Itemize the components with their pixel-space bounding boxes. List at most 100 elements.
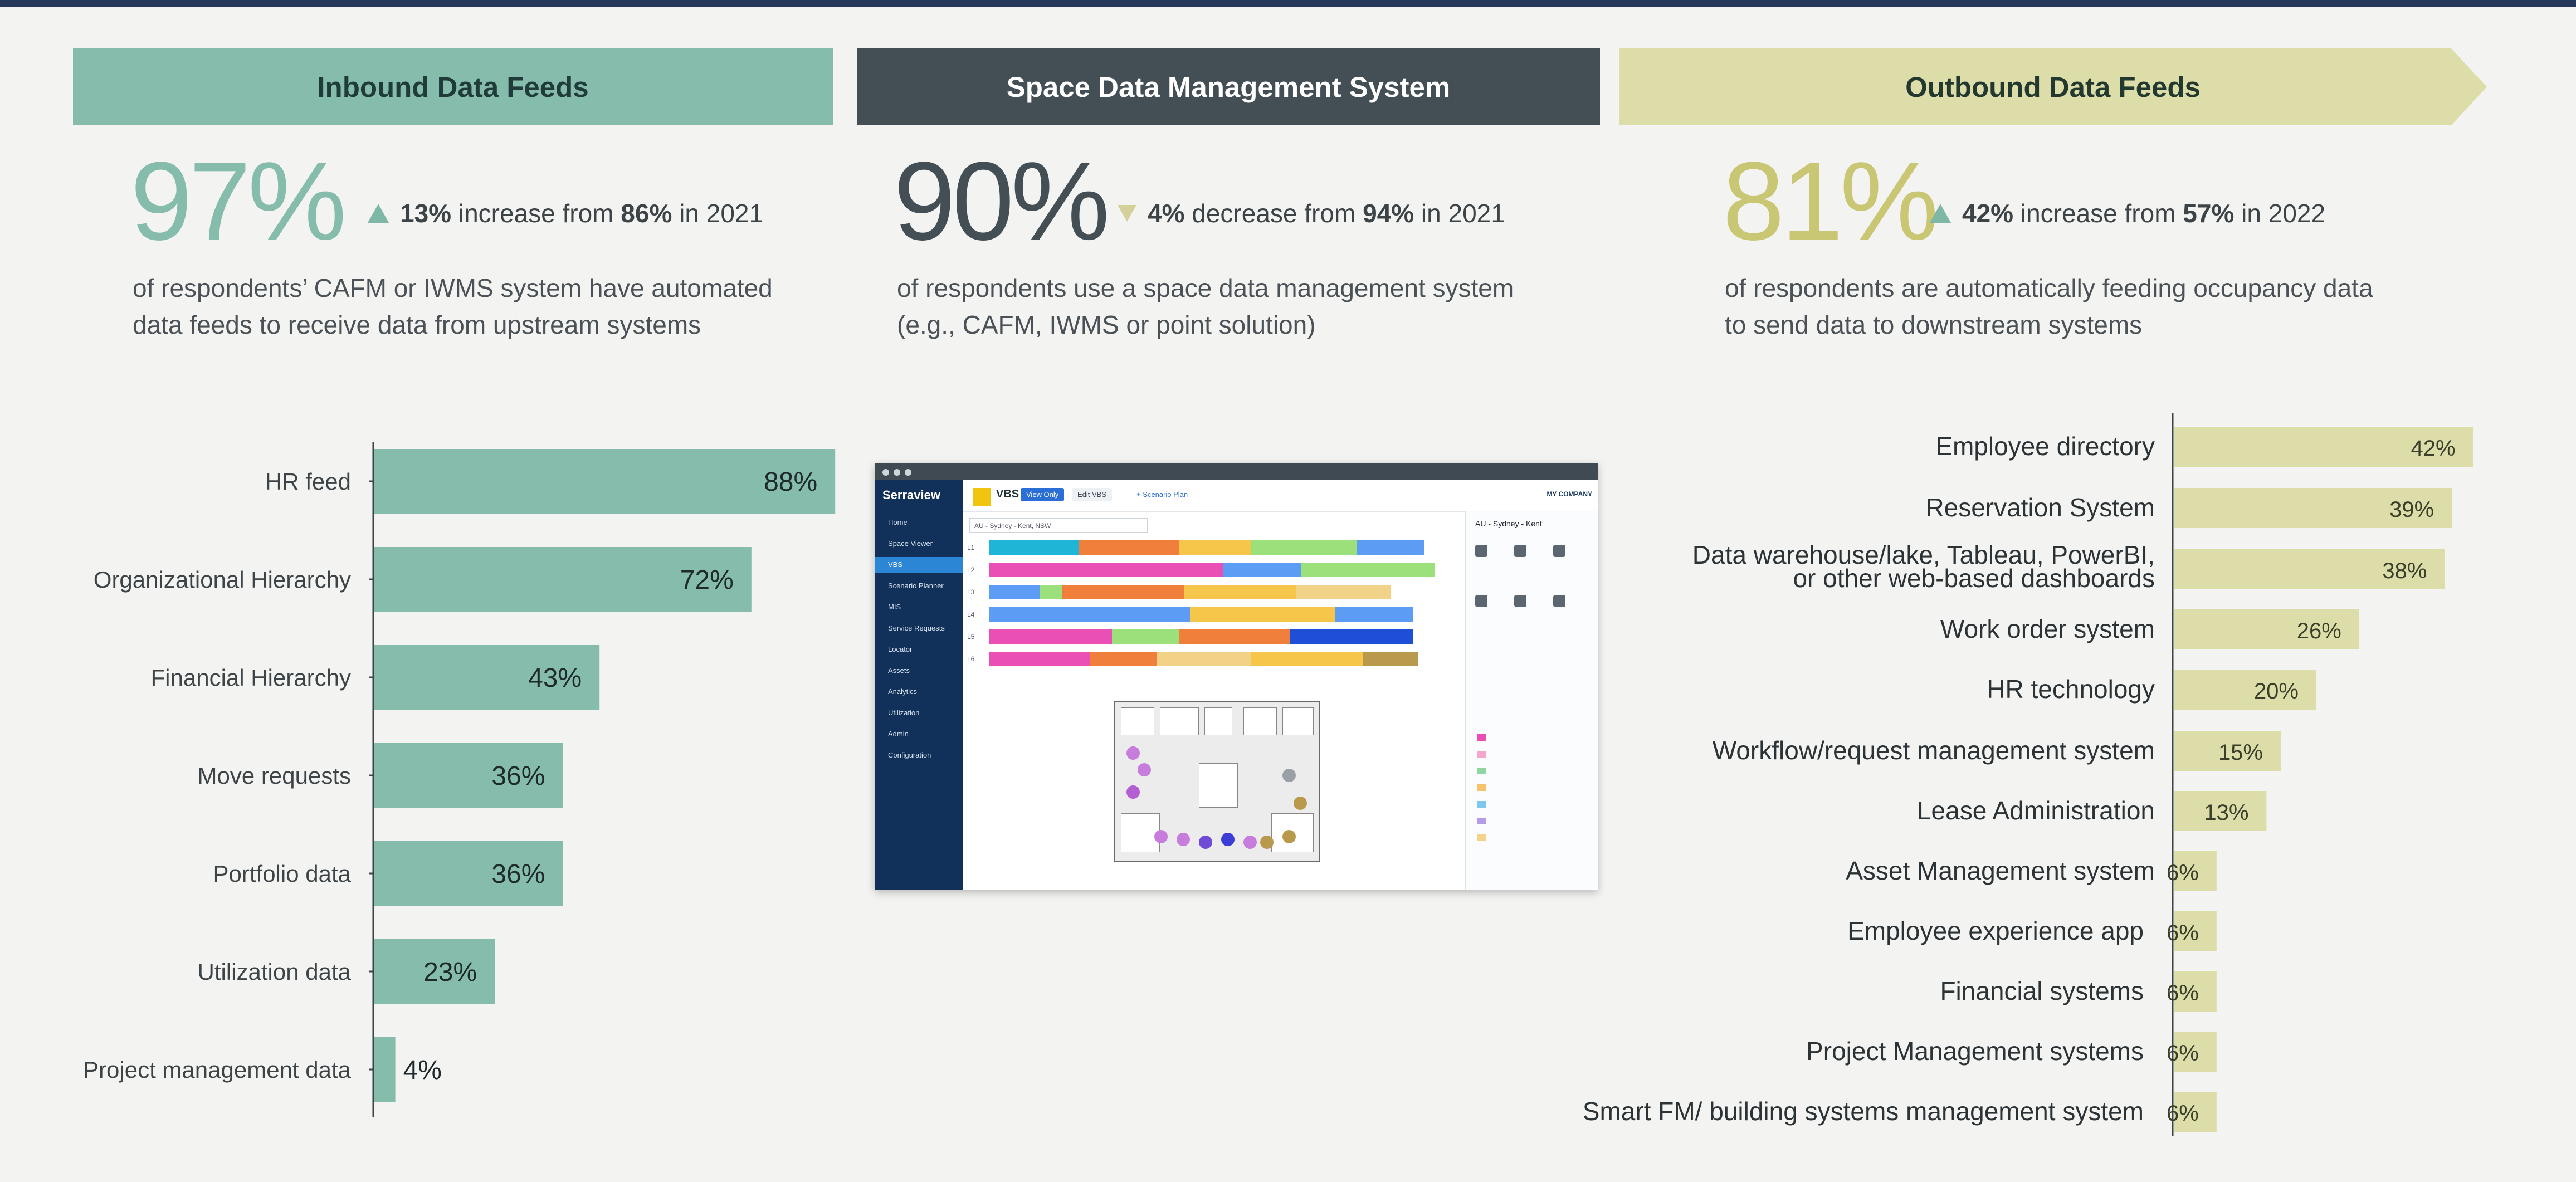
floor-segment[interactable]: [1112, 629, 1179, 644]
floor-segment[interactable]: [1157, 652, 1251, 666]
outbound-banner: Outbound Data Feeds: [1619, 48, 2487, 125]
inbound-change: 13% increase from 86% in 2021: [368, 198, 763, 228]
sidebar-item[interactable]: Admin: [875, 726, 963, 742]
sidebar-item[interactable]: Space Viewer: [875, 536, 963, 551]
floor-segment[interactable]: [989, 652, 1090, 666]
location-filter[interactable]: AU - Sydney - Kent, NSW: [969, 518, 1148, 533]
room[interactable]: [1204, 707, 1232, 735]
inbound-desc-line2: data feeds to receive data from upstream…: [133, 310, 701, 339]
room[interactable]: [1199, 763, 1238, 808]
desk-marker[interactable]: [1282, 830, 1296, 843]
floor-row[interactable]: L3: [967, 584, 1441, 600]
desk-marker[interactable]: [1294, 797, 1307, 810]
increase-arrow-icon: [1930, 203, 1951, 223]
floor-segment[interactable]: [1079, 540, 1179, 555]
room[interactable]: [1282, 707, 1314, 735]
floor-segment[interactable]: [1090, 652, 1157, 666]
inbound-from-pct: 86%: [621, 199, 672, 228]
view-only-button[interactable]: View Only: [1021, 488, 1065, 501]
desk-marker[interactable]: [1177, 833, 1190, 846]
floor-segment[interactable]: [1290, 629, 1413, 644]
room[interactable]: [1121, 707, 1154, 735]
category-label: Project Management systems: [1806, 1037, 2144, 1066]
floor-segment[interactable]: [989, 629, 1112, 644]
space-description: of respondents use a space data manageme…: [897, 270, 1514, 343]
floor-segment[interactable]: [1363, 652, 1418, 666]
sidebar-item[interactable]: Locator: [875, 642, 963, 657]
floor-row[interactable]: L2: [967, 561, 1441, 578]
value-label: 39%: [2389, 497, 2434, 522]
category-label: Employee experience app: [1847, 916, 2144, 945]
floor-segment[interactable]: [1179, 540, 1251, 555]
floor-segment[interactable]: [1357, 540, 1424, 555]
floor-row[interactable]: L5: [967, 628, 1441, 645]
legend-swatch: [1477, 768, 1486, 774]
space-desc-line1: of respondents use a space data manageme…: [897, 273, 1514, 302]
sidebar-item[interactable]: Analytics: [875, 684, 963, 700]
floor-segment[interactable]: [1062, 585, 1184, 599]
desk-marker[interactable]: [1138, 763, 1151, 776]
floor-segment[interactable]: [1190, 607, 1335, 622]
floor-row[interactable]: L4: [967, 606, 1441, 623]
value-label: 36%: [491, 761, 545, 791]
inbound-desc-line1: of respondents’ CAFM or IWMS system have…: [133, 273, 773, 302]
floor-segment[interactable]: [1335, 607, 1413, 622]
desk-marker[interactable]: [1199, 836, 1212, 849]
room[interactable]: [1243, 707, 1277, 735]
window-dot-icon: [905, 469, 911, 476]
desk-marker[interactable]: [1221, 833, 1235, 846]
space-big-percent: 90%: [894, 139, 1110, 263]
app-sidebar: Serraview Home Space Viewer VBS Scenario Pl…: [875, 480, 963, 890]
sidebar-item[interactable]: Scenario Planner: [875, 578, 963, 594]
scenario-plan-button[interactable]: + Scenario Plan: [1131, 488, 1193, 501]
room[interactable]: [1121, 813, 1160, 852]
floor-label: L1: [967, 544, 975, 551]
sidebar-item[interactable]: MIS: [875, 599, 963, 615]
app-title: VBS: [996, 488, 1019, 500]
stat-icon: [1514, 545, 1526, 557]
desk-marker[interactable]: [1154, 830, 1168, 843]
sidebar-item[interactable]: Home: [875, 515, 963, 530]
floor-segment[interactable]: [1040, 585, 1062, 599]
floor-segment[interactable]: [1179, 629, 1290, 644]
value-label: 23%: [423, 958, 477, 987]
floor-label: L3: [967, 588, 975, 596]
sidebar-item[interactable]: VBS: [875, 557, 963, 573]
category-label: HR technology: [1987, 675, 2155, 704]
floor-segment[interactable]: [989, 607, 1190, 622]
room[interactable]: [1160, 707, 1199, 735]
value-label: 43%: [528, 663, 582, 693]
space-banner-title: Space Data Management System: [1006, 71, 1451, 103]
floor-plan: [1114, 701, 1320, 862]
floor-segment[interactable]: [989, 563, 1223, 577]
floor-segment[interactable]: [1296, 585, 1391, 599]
floor-row[interactable]: L1: [967, 539, 1441, 556]
floor-segment[interactable]: [1184, 585, 1296, 599]
outbound-change-word: increase from: [2020, 199, 2176, 228]
sidebar-item[interactable]: Assets: [875, 663, 963, 678]
sidebar-item[interactable]: Utilization: [875, 705, 963, 721]
desk-marker[interactable]: [1282, 769, 1296, 782]
desk-marker[interactable]: [1243, 836, 1257, 849]
edit-vbs-button[interactable]: Edit VBS: [1072, 488, 1113, 501]
stat-icon: [1475, 545, 1487, 557]
value-label: 4%: [403, 1056, 442, 1085]
desk-marker[interactable]: [1260, 836, 1274, 849]
floor-segment[interactable]: [1301, 563, 1435, 577]
floor-segment[interactable]: [989, 540, 1079, 555]
outbound-description: of respondents are automatically feeding…: [1725, 270, 2373, 343]
sidebar-item[interactable]: Service Requests: [875, 621, 963, 636]
floor-segment[interactable]: [1251, 652, 1363, 666]
desk-marker[interactable]: [1126, 746, 1140, 760]
sidebar-item[interactable]: Configuration: [875, 748, 963, 763]
outbound-feeds-bar-chart: Employee directory 42% Reservation System 3…: [1583, 413, 2473, 1136]
category-label: Lease Administration: [1917, 796, 2155, 825]
floor-segment[interactable]: [989, 585, 1040, 599]
desk-marker[interactable]: [1126, 785, 1140, 799]
floor-stack-bars: L1 L2 L3 L4 L5 L6: [967, 539, 1441, 673]
floor-segment[interactable]: [1223, 563, 1301, 577]
value-label: 6%: [2167, 981, 2199, 1005]
floor-row[interactable]: L6: [967, 651, 1441, 667]
outbound-change-pct: 42%: [1962, 199, 2014, 228]
floor-segment[interactable]: [1251, 540, 1357, 555]
